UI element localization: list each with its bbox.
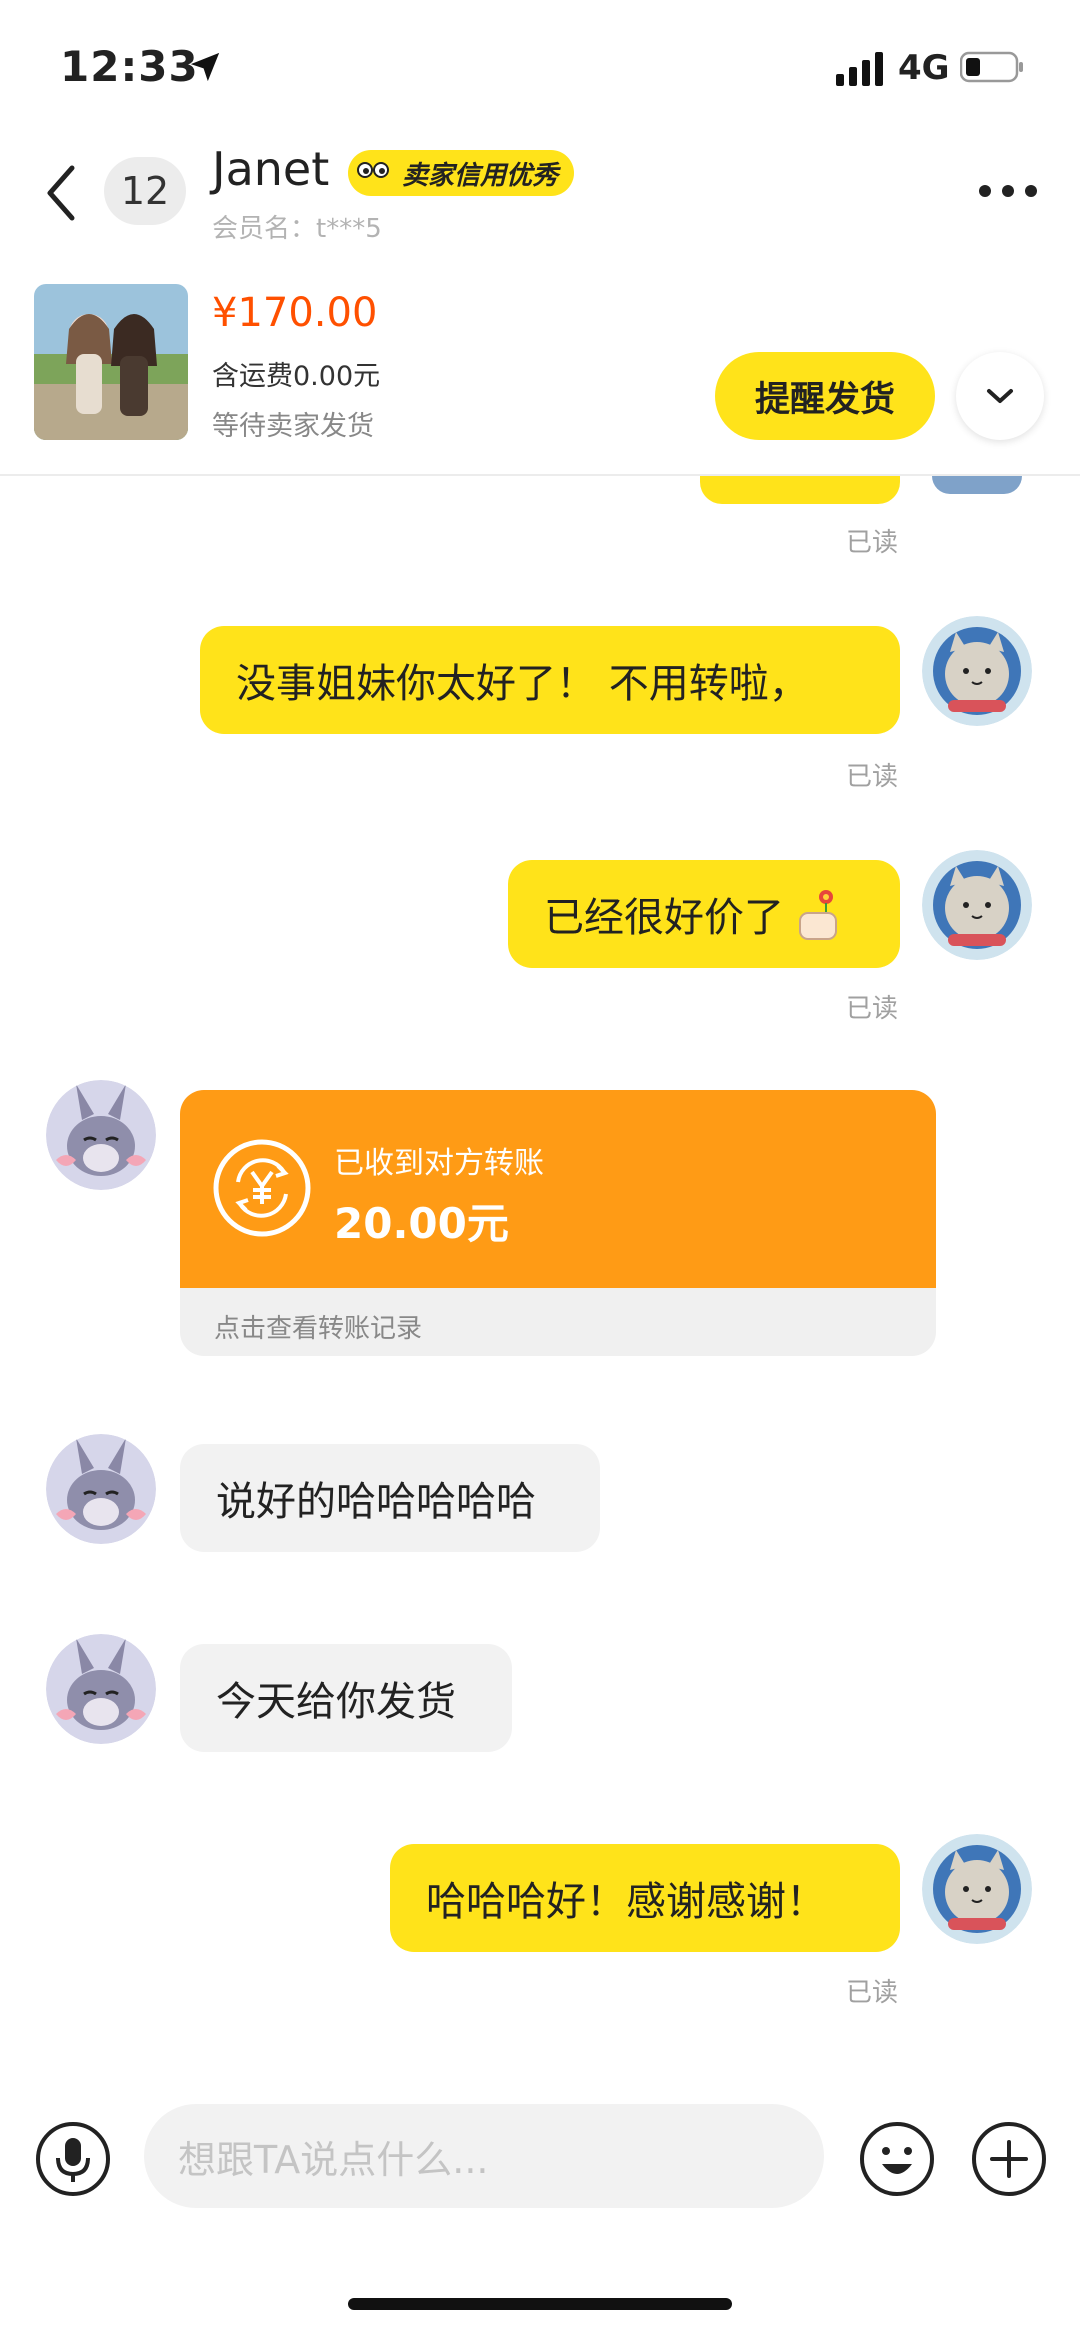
transfer-amount: 20.00元 xyxy=(334,1199,509,1248)
message-text: 已经很好价了 xyxy=(544,895,784,941)
message-text: 说好的哈哈哈哈哈 xyxy=(216,1479,536,1525)
member-name: 会员名：t***5 xyxy=(212,214,382,244)
yuan-exchange-icon xyxy=(213,1139,311,1237)
order-status: 等待卖家发货 xyxy=(212,411,374,442)
message-bubble-received[interactable]: 说好的哈哈哈哈哈 xyxy=(180,1444,600,1552)
more-icon[interactable] xyxy=(978,184,1038,198)
product-thumbnail[interactable] xyxy=(34,284,188,440)
order-price: ¥170.00 xyxy=(212,290,378,336)
seller-avatar[interactable] xyxy=(46,1080,156,1190)
read-receipt: 已读 xyxy=(846,762,899,792)
emoji-icon[interactable] xyxy=(858,2120,936,2198)
my-avatar[interactable] xyxy=(922,850,1032,960)
status-time: 12:33 xyxy=(60,42,199,91)
message-input[interactable]: 想跟TA说点什么... xyxy=(144,2104,824,2208)
transfer-record-link[interactable]: 点击查看转账记录 xyxy=(214,1308,422,1345)
message-bubble-received[interactable]: 今天给你发货 xyxy=(180,1644,512,1752)
message-text: 今天给你发货 xyxy=(216,1679,456,1725)
order-shipping: 含运费0.00元 xyxy=(212,361,381,392)
my-avatar[interactable] xyxy=(922,1834,1032,1944)
microphone-icon[interactable] xyxy=(34,2120,112,2198)
signal-icon xyxy=(836,52,883,86)
previous-avatar-partial xyxy=(932,476,1022,494)
message-bubble-sent[interactable]: 哈哈哈好！感谢感谢！ xyxy=(390,1844,900,1952)
read-receipt: 已读 xyxy=(846,1978,899,2008)
plus-icon[interactable] xyxy=(970,2120,1048,2198)
my-avatar[interactable] xyxy=(922,616,1032,726)
read-receipt: 已读 xyxy=(846,994,899,1024)
previous-bubble-partial xyxy=(700,476,900,504)
credit-face-icon xyxy=(352,152,394,194)
unread-count-badge[interactable]: 12 xyxy=(104,157,186,225)
seller-avatar[interactable] xyxy=(46,1434,156,1544)
back-arrow-icon[interactable] xyxy=(42,158,82,228)
message-text: 哈哈哈好！感谢感谢！ xyxy=(426,1879,826,1925)
remind-ship-button[interactable]: 提醒发货 xyxy=(715,352,935,440)
network-label: 4G xyxy=(898,48,950,88)
message-text: 没事姐妹你太好了！ 不用转啦， xyxy=(236,661,809,707)
thumbs-up-flower-emoji xyxy=(799,890,837,940)
expand-order-button[interactable] xyxy=(956,352,1044,440)
transfer-title: 已收到对方转账 xyxy=(334,1146,544,1181)
seller-avatar[interactable] xyxy=(46,1634,156,1744)
message-bubble-sent[interactable]: 没事姐妹你太好了！ 不用转啦， xyxy=(200,626,900,734)
chevron-down-icon xyxy=(987,389,1013,403)
read-receipt: 已读 xyxy=(846,528,899,558)
home-indicator xyxy=(348,2298,732,2310)
battery-icon xyxy=(960,51,1023,83)
location-arrow-icon xyxy=(190,52,220,82)
message-bubble-sent[interactable]: 已经很好价了 xyxy=(508,860,900,968)
transfer-card[interactable]: 已收到对方转账 20.00元 点击查看转账记录 xyxy=(180,1090,936,1356)
seller-name[interactable]: Janet xyxy=(212,142,329,196)
